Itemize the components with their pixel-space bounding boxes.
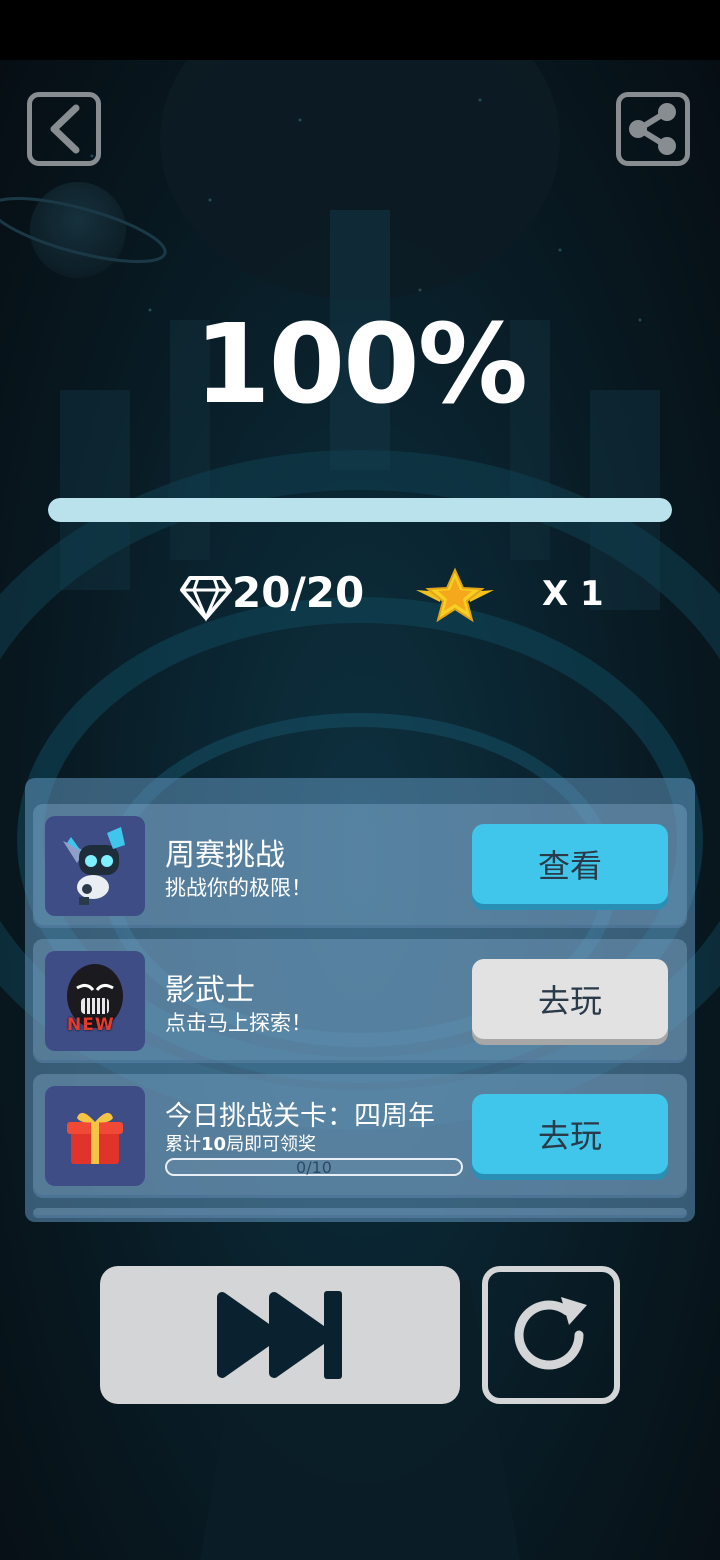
challenge-progress-bar: 0/10 xyxy=(165,1158,463,1176)
star-count: X 1 xyxy=(542,574,604,614)
shadow-samurai-new-icon: NEW xyxy=(45,951,145,1051)
replay-icon xyxy=(514,1297,587,1370)
list-item-shadow-samurai[interactable]: NEW 影武士 点击马上探索！ 去玩 xyxy=(33,939,687,1063)
subtitle-count: 10 xyxy=(201,1134,227,1155)
completion-percent: 100% xyxy=(194,300,528,428)
level-progress-bar xyxy=(48,498,672,522)
back-arrow-icon xyxy=(50,104,80,154)
result-stats: 20/20 X 1 xyxy=(0,566,720,626)
winged-star-icon xyxy=(416,567,494,623)
fast-forward-icon xyxy=(217,1291,342,1379)
subtitle-suffix: 局即可领奖 xyxy=(226,1134,317,1155)
skip-button[interactable] xyxy=(100,1266,460,1404)
activity-panel: 周赛挑战 挑战你的极限！ 查看 NEW 影武士 点击马上探索！ 去玩 今日挑战关… xyxy=(25,778,695,1222)
play-button[interactable]: 去玩 xyxy=(472,959,668,1039)
list-item-weekly-challenge[interactable]: 周赛挑战 挑战你的极限！ 查看 xyxy=(33,804,687,928)
gift-box-icon xyxy=(45,1086,145,1186)
view-button[interactable]: 查看 xyxy=(472,824,668,904)
row-title: 影武士 xyxy=(165,973,255,1008)
row-title: 今日挑战关卡：四周年 xyxy=(165,1101,435,1132)
status-bar xyxy=(0,0,720,60)
play-button[interactable]: 去玩 xyxy=(472,1094,668,1174)
share-icon xyxy=(629,103,676,155)
diamond-icon xyxy=(180,576,232,622)
subtitle-prefix: 累计 xyxy=(165,1134,201,1155)
row-subtitle: 挑战你的极限！ xyxy=(165,876,312,900)
challenge-progress-text: 0/10 xyxy=(296,1158,332,1177)
level-progress-fill xyxy=(48,498,672,522)
new-badge: NEW xyxy=(67,1015,115,1035)
row-subtitle: 累计10局即可领奖 xyxy=(165,1130,316,1156)
robot-character-icon xyxy=(45,816,145,916)
gem-count: 20/20 xyxy=(232,568,365,617)
list-item-daily-challenge[interactable]: 今日挑战关卡：四周年 累计10局即可领奖 0/10 去玩 xyxy=(33,1074,687,1198)
back-button[interactable] xyxy=(27,92,101,166)
row-subtitle: 点击马上探索！ xyxy=(165,1011,312,1035)
share-button[interactable] xyxy=(616,92,690,166)
replay-button[interactable] xyxy=(482,1266,620,1404)
row-title: 周赛挑战 xyxy=(165,838,285,873)
list-item-partial xyxy=(33,1208,687,1218)
